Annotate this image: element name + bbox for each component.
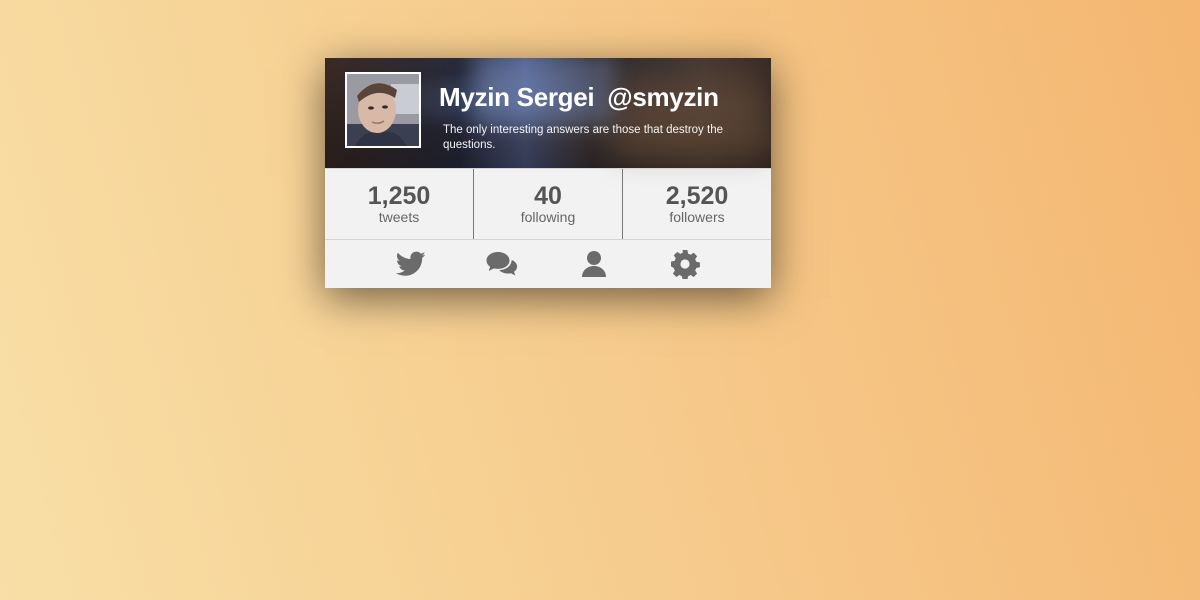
profile-name-text: Myzin Sergei: [439, 82, 595, 112]
action-bar: [325, 240, 771, 288]
chat-bubbles-icon: [486, 252, 518, 276]
messages-button[interactable]: [484, 248, 520, 280]
avatar[interactable]: [345, 72, 421, 148]
stat-value: 40: [534, 182, 562, 210]
gear-icon: [671, 250, 701, 279]
profile-handle[interactable]: @smyzin: [607, 82, 719, 112]
profile-name: Myzin Sergei @smyzin: [439, 82, 719, 113]
stat-label: tweets: [378, 209, 420, 225]
stat-label: followers: [669, 209, 725, 225]
twitter-bird-icon: [395, 251, 426, 276]
profile-button[interactable]: [576, 248, 612, 280]
stat-following[interactable]: 40 following: [473, 169, 622, 239]
user-icon: [581, 251, 606, 277]
settings-button[interactable]: [667, 248, 703, 280]
profile-bio: The only interesting answers are those t…: [443, 124, 723, 151]
tweet-button[interactable]: [393, 248, 429, 280]
stat-tweets[interactable]: 1,250 tweets: [325, 169, 473, 239]
stat-value: 1,250: [367, 182, 431, 210]
avatar-photo: [347, 74, 419, 146]
stat-followers[interactable]: 2,520 followers: [622, 169, 771, 239]
stat-label: following: [520, 209, 576, 225]
stats-bar: 1,250 tweets 40 following 2,520 follower…: [325, 168, 771, 240]
profile-card: Myzin Sergei @smyzin The only interestin…: [325, 58, 771, 288]
stat-value: 2,520: [665, 182, 729, 210]
